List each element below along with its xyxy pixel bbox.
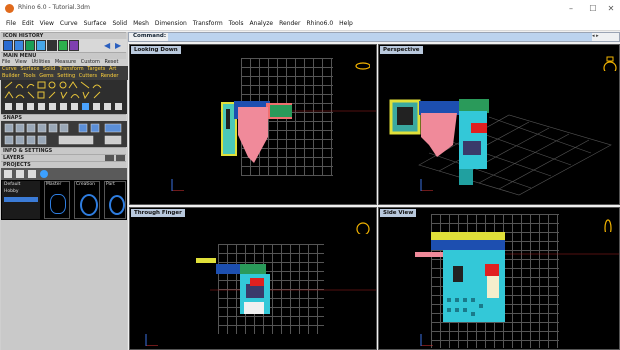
tool-icons[interactable] [1,80,127,114]
model-front-view [196,258,376,314]
history-tool-icon[interactable] [47,40,57,51]
project-item[interactable]: Default [2,181,40,188]
projects-toolbar [1,168,127,180]
menu-render[interactable]: Render [279,20,300,27]
project-selection [4,197,38,202]
menu-help[interactable]: Help [339,20,353,27]
menu-bar: File Edit View Curve Surface Solid Mesh … [0,17,620,31]
history-tool-icon[interactable] [25,40,35,51]
main-menu-tabs: File View Utilities Measure Custom Reset [2,59,127,66]
category-render[interactable]: Render [101,73,119,79]
menu-solid[interactable]: Solid [112,20,127,27]
menu-dimension[interactable]: Dimension [155,20,187,27]
main-menu-header: MAIN MENU [1,52,126,59]
main-menu-categories: Curve Surface Solid Transform Targets Ar… [0,66,128,80]
menu-curve[interactable]: Curve [60,20,78,27]
command-label: Command: [133,33,167,39]
window-title: Rhino 6.0 - Tutorial.3dm [18,4,90,11]
gimbal-icon[interactable] [601,55,617,71]
menu-tools[interactable]: Tools [229,20,244,27]
gimbal-icon[interactable] [601,216,617,232]
category-cutters[interactable]: Cutters [79,73,97,79]
ring-icon [80,194,98,216]
viewport-through-finger[interactable]: Through Finger [129,207,377,350]
history-tool-icon[interactable] [3,40,13,51]
command-scroll-icon[interactable]: ◂ ▸ [592,33,599,39]
category-transform[interactable]: Transform [59,66,84,72]
menu-view[interactable]: View [40,20,54,27]
title-bar [0,0,620,17]
command-input[interactable] [168,33,592,41]
category-tools[interactable]: Tools [23,73,35,79]
close-button[interactable]: ✕ [600,2,620,15]
menu-tab-utilities[interactable]: Utilities [31,59,50,65]
menu-rhino[interactable]: Rhino6.0 [306,20,333,27]
snaps-panel [1,121,127,147]
axis-indicator-icon [420,334,433,346]
history-tool-icon[interactable] [36,40,46,51]
project-list: Default Hobby [2,181,40,219]
menu-tab-file[interactable]: File [2,59,10,65]
gimbal-icon[interactable] [354,218,370,234]
model-side-view [415,232,619,322]
info-settings-header[interactable]: INFO & SETTINGS [1,147,126,154]
project-thumb[interactable]: Master [44,181,70,219]
category-surface[interactable]: Surface [20,66,39,72]
menu-edit[interactable]: Edit [22,20,34,27]
app-logo-icon [5,4,14,13]
menu-tab-measure[interactable]: Measure [55,59,76,65]
model-perspective-view [389,99,612,196]
menu-tab-view[interactable]: View [15,59,27,65]
snap-icons[interactable] [1,121,127,147]
history-forward-icon[interactable]: ▶ [115,40,125,51]
project-thumb[interactable]: Part [104,181,126,219]
viewport-perspective[interactable]: Perspective [378,44,620,205]
folder-open-icon[interactable] [16,170,24,178]
viewport-looking-down[interactable]: Looking Down [129,44,377,205]
snaps-header: SNAPS [1,114,126,121]
viewport-side-view[interactable]: Side View [378,207,620,350]
history-back-icon[interactable]: ◀ [104,40,114,51]
category-targets[interactable]: Targets [87,66,105,72]
tool-palette [1,80,127,114]
category-art[interactable]: Art [109,66,116,72]
project-thumb[interactable]: Creation [74,181,100,219]
menu-tab-reset[interactable]: Reset [104,59,118,65]
ring-icon [50,194,66,214]
category-setting[interactable]: Setting [57,73,75,79]
menu-tab-custom[interactable]: Custom [81,59,100,65]
axis-indicator-icon [171,179,184,191]
category-gems[interactable]: Gems [39,73,53,79]
save-icon[interactable] [28,170,36,178]
category-curve[interactable]: Curve [2,66,17,72]
menu-file[interactable]: File [6,20,16,27]
left-panel-empty [1,220,127,350]
project-item[interactable]: Hobby [2,188,40,195]
minimize-button[interactable]: – [560,2,582,15]
category-builder[interactable]: Builder [2,73,20,79]
model-top-view [220,101,376,163]
history-tool-icon[interactable] [58,40,68,51]
refresh-icon[interactable] [40,170,48,178]
axis-indicator-icon [145,334,158,346]
projects-header: PROJECTS [1,161,126,168]
gimbal-icon[interactable] [354,57,370,73]
menu-analyze[interactable]: Analyze [249,20,273,27]
ring-icon [109,195,125,215]
menu-surface[interactable]: Surface [84,20,107,27]
icon-history-header: ICON HISTORY [1,32,126,39]
history-tool-icon[interactable] [14,40,24,51]
axis-indicator-icon [420,179,433,191]
menu-transform[interactable]: Transform [193,20,223,27]
menu-mesh[interactable]: Mesh [133,20,149,27]
category-solid[interactable]: Solid [43,66,55,72]
history-tool-icon[interactable] [69,40,79,51]
folder-icon[interactable] [4,170,12,178]
